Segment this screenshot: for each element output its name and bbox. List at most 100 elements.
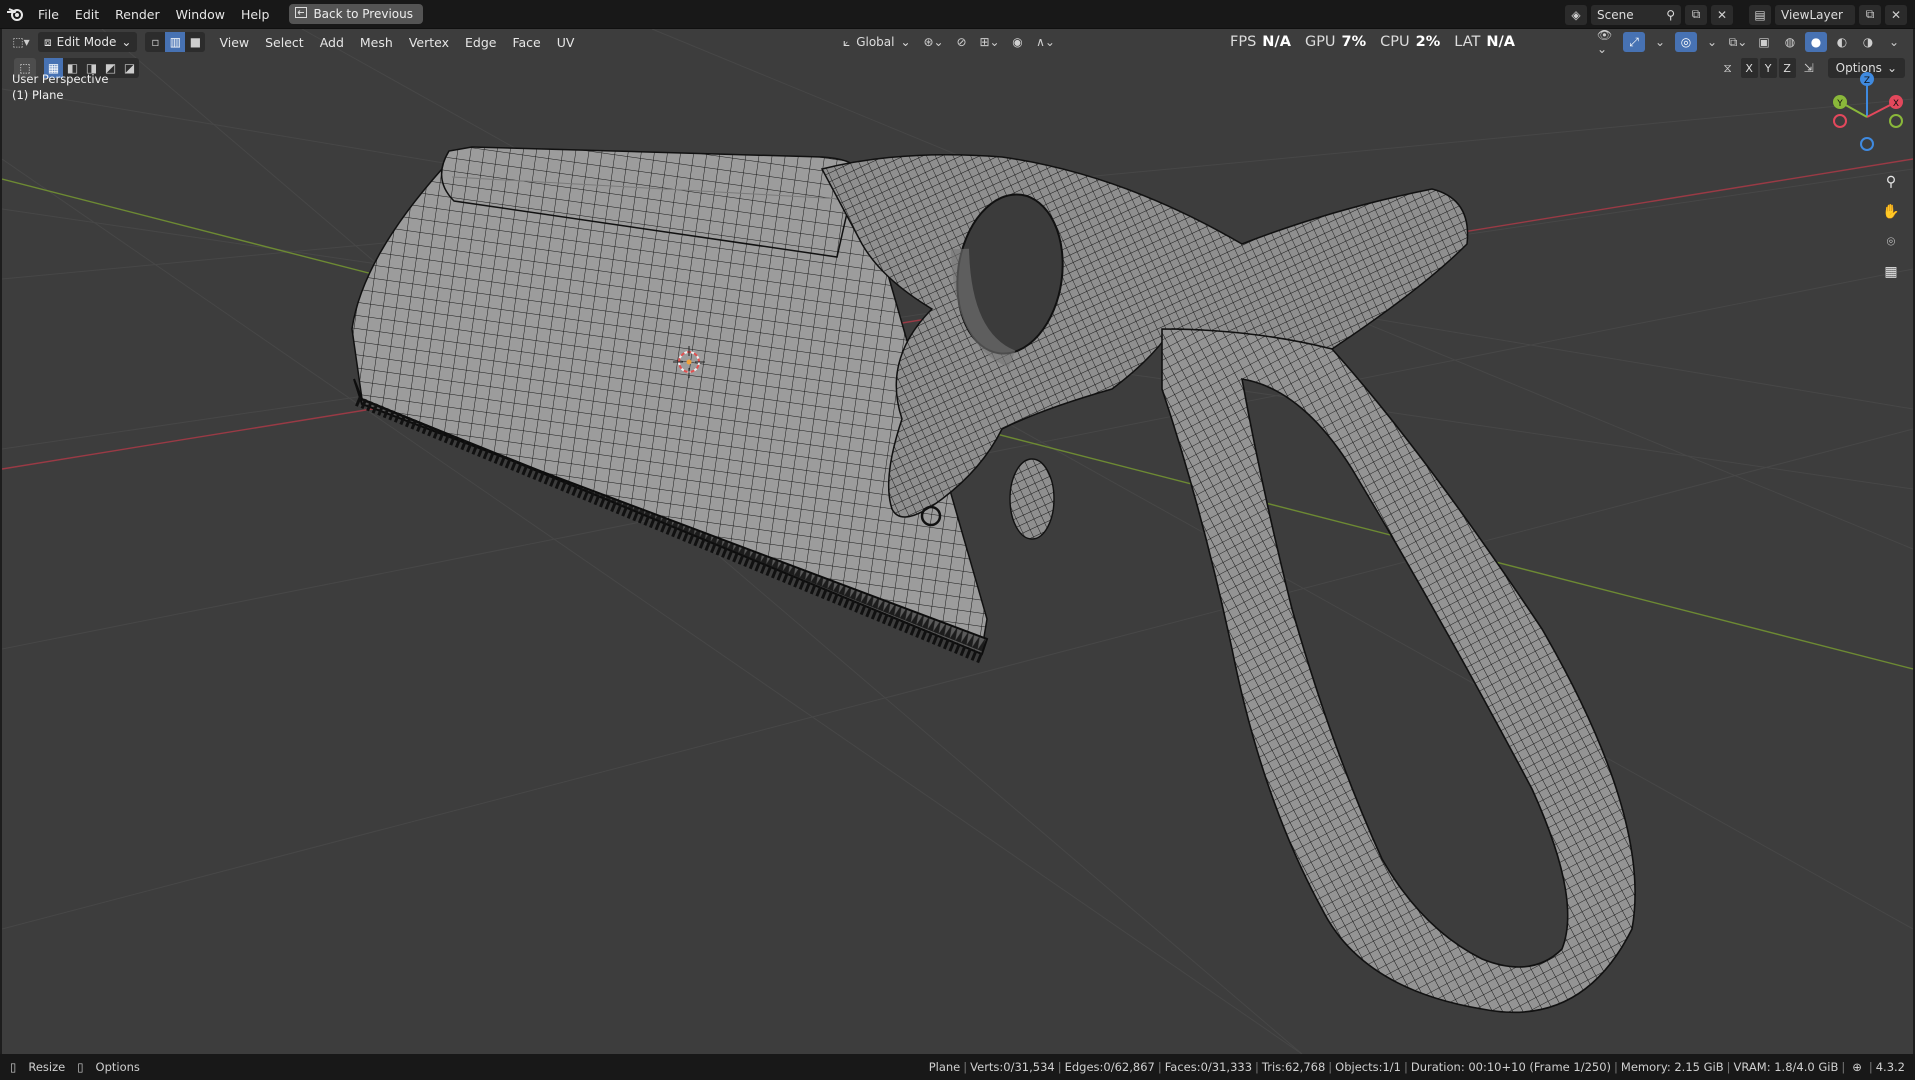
orientation-label: Global: [856, 35, 895, 49]
fps-label: FPS: [1230, 34, 1257, 50]
viewport-right-tools: 👁⌄ ⤢ ⌄ ◎ ⌄ ⧉⌄ ▣ ◍ ● ◐ ◑ ⌄: [1597, 29, 1905, 56]
camera-view-icon[interactable]: ⌾: [1878, 229, 1904, 255]
new-viewlayer-icon[interactable]: ⧉: [1859, 4, 1881, 25]
gizmo-x-label: X: [1893, 99, 1899, 109]
menu-add[interactable]: Add: [312, 35, 352, 50]
gizmo-dropdown-icon[interactable]: ⌄: [1649, 32, 1671, 52]
navigation-gizmo[interactable]: Z X Y: [1822, 67, 1912, 157]
shading-material-icon[interactable]: ◐: [1831, 32, 1853, 52]
xray-toggle-icon[interactable]: ▣: [1753, 32, 1775, 52]
stat-tris: Tris:62,768: [1261, 1060, 1326, 1074]
proportional-edit-icon[interactable]: ◉: [1007, 32, 1029, 52]
back-to-previous-button[interactable]: Back to Previous: [289, 4, 423, 24]
delete-scene-icon[interactable]: ✕: [1711, 4, 1733, 25]
pivot-point-icon[interactable]: ⊛⌄: [923, 32, 945, 52]
network-icon[interactable]: ⊕: [1852, 1060, 1862, 1074]
view-name: User Perspective: [12, 72, 109, 86]
viewport-header: ⬚▾ ⧈ Edit Mode ⌄ ▫ ▥ ■ View Select Add M…: [2, 29, 1913, 56]
mirror-y-button[interactable]: Y: [1759, 58, 1777, 78]
transform-tools: ⟀ Global ⌄ ⊛⌄ ⊘ ⊞⌄ ◉ ∧⌄: [837, 32, 1057, 52]
blender-logo-icon[interactable]: [0, 0, 30, 29]
mode-dropdown[interactable]: ⧈ Edit Mode ⌄: [38, 32, 138, 52]
viewlayer-field[interactable]: ViewLayer: [1775, 4, 1855, 25]
topbar-right: ◈ Scene ⚲ ⧉ ✕ ▤ ViewLayer ⧉ ✕: [1565, 0, 1915, 29]
pin-icon[interactable]: ⚲: [1666, 8, 1675, 22]
stat-edges: Edges:0/62,867: [1064, 1060, 1155, 1074]
tool-header: ⬚ ▦ ◧ ◨ ◩ ◪ ⧖ X Y Z ⇲ Options ⌄: [2, 55, 1913, 79]
viewport-scene[interactable]: [2, 29, 1913, 1054]
vertex-select-icon[interactable]: ▫: [145, 32, 165, 52]
mode-label: Edit Mode: [56, 35, 117, 49]
resize-hint: Resize: [28, 1060, 66, 1074]
mesh-edit-overlay-icon[interactable]: ⧉⌄: [1727, 32, 1749, 52]
lat-label: LAT: [1454, 34, 1481, 50]
fps-value: N/A: [1262, 34, 1291, 50]
stat-vram: VRAM: 1.8/4.0 GiB: [1733, 1060, 1839, 1074]
viewlayer-browse-icon[interactable]: ▤: [1749, 4, 1771, 25]
auto-merge-icon[interactable]: ⇲: [1798, 58, 1820, 78]
edit-mode-icon: ⧈: [44, 34, 52, 49]
top-bar: File Edit Render Window Help Back to Pre…: [0, 0, 1915, 29]
stat-duration: Duration: 00:10+10 (Frame 1/250): [1410, 1060, 1612, 1074]
shading-wireframe-icon[interactable]: ◍: [1779, 32, 1801, 52]
gizmo-toggle-icon[interactable]: ⤢: [1623, 32, 1645, 52]
menu-edit[interactable]: Edit: [67, 0, 107, 29]
mirror-icon[interactable]: ⧖: [1717, 58, 1739, 78]
visibility-icon[interactable]: 👁⌄: [1597, 29, 1619, 56]
menu-file[interactable]: File: [30, 0, 67, 29]
select-mode-group: ▫ ▥ ■: [145, 32, 206, 52]
menu-face[interactable]: Face: [504, 35, 548, 50]
menu-window[interactable]: Window: [168, 0, 233, 29]
snap-target-icon[interactable]: ⊞⌄: [979, 32, 1001, 52]
mirror-x-button[interactable]: X: [1740, 58, 1758, 78]
menu-uv[interactable]: UV: [549, 35, 583, 50]
menu-view[interactable]: View: [211, 35, 257, 50]
select-intersect-icon[interactable]: ◪: [120, 58, 139, 78]
shading-rendered-icon[interactable]: ◑: [1857, 32, 1879, 52]
chevron-down-icon: ⌄: [900, 35, 911, 49]
menu-vertex[interactable]: Vertex: [401, 35, 457, 50]
menu-select[interactable]: Select: [257, 35, 312, 50]
stat-objects: Objects:1/1: [1335, 1060, 1401, 1074]
stat-object: Plane: [928, 1060, 961, 1074]
scene-field[interactable]: Scene ⚲: [1591, 4, 1681, 25]
stat-version: 4.3.2: [1875, 1060, 1905, 1074]
cpu-label: CPU: [1380, 34, 1410, 50]
edge-select-icon[interactable]: ▥: [165, 32, 186, 52]
menu-mesh[interactable]: Mesh: [352, 35, 401, 50]
stat-faces: Faces:0/31,333: [1164, 1060, 1253, 1074]
menu-edge[interactable]: Edge: [457, 35, 504, 50]
delete-viewlayer-icon[interactable]: ✕: [1885, 4, 1907, 25]
scene-browse-icon[interactable]: ◈: [1565, 4, 1587, 25]
3d-viewport[interactable]: ⬚▾ ⧈ Edit Mode ⌄ ▫ ▥ ■ View Select Add M…: [2, 29, 1913, 1054]
scene-statistics: Plane | Verts:0/31,534 | Edges:0/62,867 | F…: [928, 1060, 1905, 1074]
shading-solid-icon[interactable]: ●: [1805, 32, 1827, 52]
scene-name: Scene: [1597, 7, 1634, 22]
lat-value: N/A: [1486, 34, 1515, 50]
performance-stats: FPS N/A GPU 7% CPU 2% LAT N/A: [1230, 29, 1523, 55]
back-to-previous-label: Back to Previous: [313, 7, 413, 21]
gizmo-y-label: Y: [1836, 99, 1843, 109]
falloff-icon[interactable]: ∧⌄: [1035, 32, 1057, 52]
perspective-grid-icon[interactable]: ▦: [1878, 259, 1904, 285]
snap-icon[interactable]: ⊘: [951, 32, 973, 52]
menu-render[interactable]: Render: [107, 0, 168, 29]
overlays-toggle-icon[interactable]: ◎: [1675, 32, 1697, 52]
pan-hand-icon[interactable]: ✋: [1878, 199, 1904, 225]
orientation-dropdown[interactable]: ⟀ Global ⌄: [837, 32, 917, 52]
gpu-label: GPU: [1304, 34, 1336, 50]
new-scene-icon[interactable]: ⧉: [1685, 4, 1707, 25]
face-select-icon[interactable]: ■: [185, 32, 205, 52]
stat-memory: Memory: 2.15 GiB: [1620, 1060, 1724, 1074]
mirror-z-button[interactable]: Z: [1778, 58, 1796, 78]
menu-help[interactable]: Help: [233, 0, 278, 29]
shading-dropdown-icon[interactable]: ⌄: [1883, 32, 1905, 52]
chevron-down-icon: ⌄: [121, 35, 132, 49]
status-hints: ▯ Resize ▯ Options: [0, 1060, 140, 1074]
editor-type-icon[interactable]: ⬚▾: [10, 32, 32, 52]
overlays-dropdown-icon[interactable]: ⌄: [1701, 32, 1723, 52]
zoom-icon[interactable]: ⚲: [1878, 169, 1904, 195]
mouse-left-icon: ▯: [10, 1060, 17, 1074]
screen-back-icon: [295, 7, 308, 21]
cpu-value: 2%: [1415, 34, 1441, 50]
